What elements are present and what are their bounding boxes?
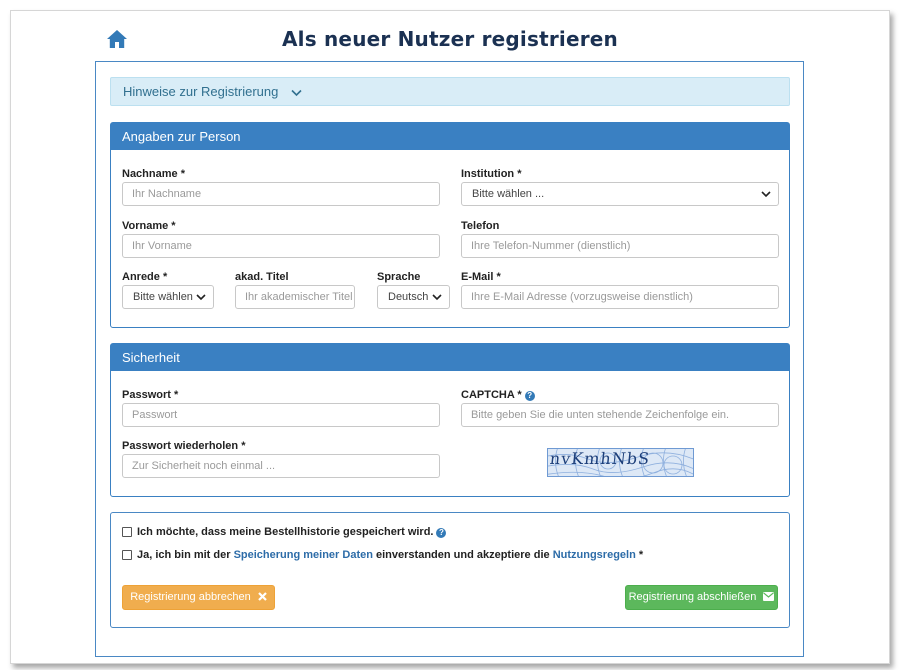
- history-label: Ich möchte, dass meine Bestellhistorie g…: [137, 526, 434, 538]
- hint-label: Hinweise zur Registrierung: [123, 84, 279, 99]
- passwort-label: Passwort *: [122, 389, 179, 401]
- terms-text-middle: einverstanden und akzeptiere die: [372, 549, 553, 561]
- email-label: E-Mail *: [461, 271, 501, 283]
- terms-label: Ja, ich bin mit der Speicherung meiner D…: [137, 549, 643, 561]
- vorname-label: Vorname *: [122, 220, 176, 232]
- terms-text-prefix: Ja, ich bin mit der: [137, 549, 234, 561]
- institution-selected: Bitte wählen ...: [472, 188, 545, 200]
- sprache-label: Sprache: [377, 271, 421, 283]
- passwort-wiederholen-input[interactable]: [122, 454, 440, 478]
- telefon-label: Telefon: [461, 220, 500, 232]
- passwort-input[interactable]: [122, 403, 440, 427]
- envelope-icon: [763, 592, 775, 601]
- chevron-down-icon: [291, 89, 302, 97]
- cancel-registration-button[interactable]: Registrierung abbrechen: [122, 585, 275, 610]
- email-input[interactable]: [461, 285, 779, 309]
- institution-label: Institution *: [461, 168, 522, 180]
- vorname-input[interactable]: [122, 234, 440, 258]
- chevron-down-icon: [196, 294, 206, 301]
- titel-input[interactable]: [235, 285, 355, 309]
- passwort-wiederholen-label: Passwort wiederholen *: [122, 440, 246, 452]
- person-panel-heading: Angaben zur Person: [111, 123, 789, 150]
- nachname-label: Nachname *: [122, 168, 185, 180]
- terms-checkbox[interactable]: [122, 550, 132, 560]
- terms-required-mark: *: [635, 549, 644, 561]
- data-storage-link[interactable]: Speicherung meiner Daten: [234, 549, 373, 561]
- submit-button-label: Registrierung abschließen: [628, 591, 757, 603]
- sprache-select[interactable]: Deutsch: [377, 285, 450, 309]
- submit-registration-button[interactable]: Registrierung abschließen: [625, 585, 778, 610]
- titel-label: akad. Titel: [235, 271, 289, 283]
- page-title: Als neuer Nutzer registrieren: [281, 27, 618, 51]
- captcha-image: nvKmhNbS: [547, 448, 694, 477]
- institution-select[interactable]: Bitte wählen ...: [461, 182, 779, 206]
- nachname-input[interactable]: [122, 182, 440, 206]
- telefon-input[interactable]: [461, 234, 779, 258]
- question-circle-icon[interactable]: ?: [436, 528, 447, 538]
- chevron-down-icon: [761, 191, 771, 198]
- anrede-select[interactable]: Bitte wählen: [122, 285, 214, 309]
- terms-of-use-link[interactable]: Nutzungsregeln: [553, 549, 636, 561]
- times-icon: [257, 592, 267, 601]
- anrede-label: Anrede *: [122, 271, 168, 283]
- sprache-selected: Deutsch: [388, 291, 429, 303]
- cancel-button-label: Registrierung abbrechen: [130, 591, 251, 603]
- captcha-text: nvKmhNbS: [549, 449, 651, 468]
- captcha-label: CAPTCHA *: [461, 389, 522, 401]
- consent-panel: Ich möchte, dass meine Bestellhistorie g…: [110, 512, 790, 628]
- registration-hints-toggle[interactable]: Hinweise zur Registrierung: [110, 77, 790, 106]
- security-panel: Sicherheit Passwort * CAPTCHA *? Passwor…: [110, 343, 790, 497]
- history-label-group: Ich möchte, dass meine Bestellhistorie g…: [137, 526, 447, 538]
- history-checkbox[interactable]: [122, 527, 132, 537]
- captcha-input[interactable]: [461, 403, 779, 427]
- person-panel: Angaben zur Person Nachname * Institutio…: [110, 122, 790, 328]
- captcha-label-group: CAPTCHA *?: [461, 389, 535, 401]
- anrede-selected: Bitte wählen: [133, 291, 193, 303]
- security-panel-heading: Sicherheit: [111, 344, 789, 371]
- question-circle-icon[interactable]: ?: [524, 391, 535, 401]
- chevron-down-icon: [432, 294, 442, 301]
